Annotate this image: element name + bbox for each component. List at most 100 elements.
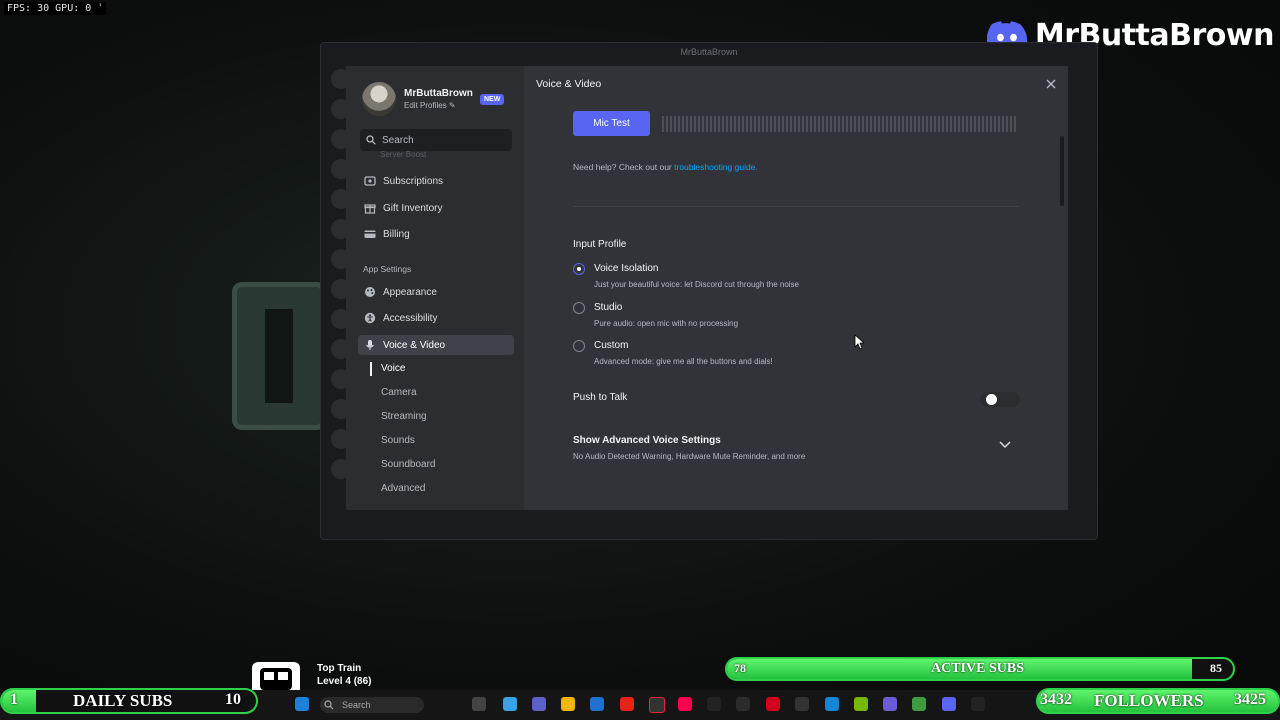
daily-subs-current: 1 <box>10 691 18 708</box>
discord-taskbar-icon[interactable] <box>942 697 956 711</box>
troubleshooting-link[interactable]: troubleshooting guide. <box>674 162 758 172</box>
close-icon <box>1046 79 1056 89</box>
sidebar-subitem-voice[interactable]: Voice <box>381 363 405 374</box>
tiktok-icon[interactable] <box>678 697 692 711</box>
meter-tick <box>926 116 928 132</box>
input-profile-title: Input Profile <box>573 239 627 250</box>
meter-tick <box>990 116 992 132</box>
option-label: Voice Isolation <box>594 263 659 274</box>
meter-tick <box>798 116 800 132</box>
meter-tick <box>770 116 772 132</box>
help-text: Need help? Check out our troubleshooting… <box>573 162 758 172</box>
meter-tick <box>790 116 792 132</box>
active-subs-goal: 85 <box>1210 661 1222 675</box>
meter-tick <box>714 116 716 132</box>
radio-studio[interactable] <box>573 302 585 314</box>
advanced-settings-title[interactable]: Show Advanced Voice Settings <box>573 435 721 446</box>
battlenet-icon[interactable] <box>825 697 839 711</box>
game-launcher-icon[interactable] <box>736 697 750 711</box>
meter-tick <box>946 116 948 132</box>
meter-tick <box>918 116 920 132</box>
search-placeholder: Search <box>382 134 414 146</box>
meter-tick <box>678 116 680 132</box>
meter-tick <box>970 116 972 132</box>
sidebar-item-subscriptions[interactable]: Subscriptions <box>358 171 514 191</box>
help-prefix: Need help? Check out our <box>573 162 675 172</box>
chevron-down-icon[interactable] <box>998 440 1012 450</box>
meter-tick <box>730 116 732 132</box>
meter-tick <box>786 116 788 132</box>
meter-tick <box>726 116 728 132</box>
meter-tick <box>1002 116 1004 132</box>
profile-card[interactable]: MrButtaBrown Edit Profiles ✎ <box>362 82 473 116</box>
edit-profiles-link[interactable]: Edit Profiles ✎ <box>404 101 473 110</box>
copilot-icon[interactable] <box>503 697 517 711</box>
sidebar-item-billing[interactable]: Billing <box>358 224 514 244</box>
meter-tick <box>898 116 900 132</box>
meter-tick <box>774 116 776 132</box>
sidebar-item-accessibility[interactable]: Accessibility <box>358 308 514 328</box>
new-badge: NEW <box>480 94 505 105</box>
radio-custom[interactable] <box>573 340 585 352</box>
search-input[interactable]: Search <box>360 129 512 151</box>
sidebar-item-voice-video[interactable]: Voice & Video <box>358 335 514 355</box>
meter-tick <box>738 116 740 132</box>
meter-tick <box>734 116 736 132</box>
meter-tick <box>1006 116 1008 132</box>
windows-start-icon[interactable] <box>295 697 309 711</box>
sidebar-subitem-streaming[interactable]: Streaming <box>381 411 427 422</box>
sidebar-item-label: Subscriptions <box>383 175 444 187</box>
file-explorer-icon[interactable] <box>561 697 575 711</box>
app-settings-header: App Settings <box>363 264 412 274</box>
meter-tick <box>750 116 752 132</box>
app-icon-dark[interactable] <box>795 697 809 711</box>
meter-tick <box>974 116 976 132</box>
youtube-icon[interactable] <box>620 697 634 711</box>
radio-voice-isolation[interactable] <box>573 263 585 275</box>
meter-tick <box>846 116 848 132</box>
taskbar-search-icon <box>324 700 334 710</box>
push-to-talk-label: Push to Talk <box>573 392 628 403</box>
sidebar-item-label: Accessibility <box>383 312 438 324</box>
app-icon-purple[interactable] <box>883 697 897 711</box>
scrollbar[interactable] <box>1060 136 1064 206</box>
meter-tick <box>702 116 704 132</box>
sidebar-subitem-advanced[interactable]: Advanced <box>381 483 425 494</box>
sidebar-subitem-camera[interactable]: Camera <box>381 387 417 398</box>
meter-tick <box>942 116 944 132</box>
meter-tick <box>806 116 808 132</box>
app-icon-cod[interactable] <box>971 697 985 711</box>
meter-tick <box>662 116 664 132</box>
app-icon-red[interactable] <box>766 697 780 711</box>
meter-tick <box>686 116 688 132</box>
app-icon-green[interactable] <box>912 697 926 711</box>
mic-test-button[interactable]: Mic Test <box>573 111 650 136</box>
task-view-icon[interactable] <box>472 697 486 711</box>
taskbar-search[interactable]: Search <box>320 697 424 713</box>
push-to-talk-toggle[interactable] <box>980 392 1020 407</box>
nvidia-icon[interactable] <box>854 697 868 711</box>
sidebar-item-appearance[interactable]: Appearance <box>358 282 514 302</box>
meter-tick <box>818 116 820 132</box>
meter-tick <box>874 116 876 132</box>
close-button[interactable] <box>1046 78 1056 90</box>
option-label: Custom <box>594 340 629 351</box>
obs-icon[interactable] <box>707 697 721 711</box>
meter-tick <box>698 116 700 132</box>
sidebar-subitem-soundboard[interactable]: Soundboard <box>381 459 436 470</box>
sidebar-item-gift-inventory[interactable]: Gift Inventory <box>358 198 514 218</box>
meter-tick <box>830 116 832 132</box>
meter-tick <box>1014 116 1016 132</box>
meter-tick <box>982 116 984 132</box>
search-icon <box>366 135 376 145</box>
meter-tick <box>666 116 668 132</box>
meter-tick <box>922 116 924 132</box>
meter-tick <box>962 116 964 132</box>
store-icon[interactable] <box>590 697 604 711</box>
capcut-icon[interactable] <box>649 697 665 713</box>
daily-subs-label: DAILY SUBS <box>73 691 173 710</box>
meter-tick <box>930 116 932 132</box>
sidebar-subitem-sounds[interactable]: Sounds <box>381 435 415 446</box>
teams-icon[interactable] <box>532 697 546 711</box>
meter-tick <box>762 116 764 132</box>
